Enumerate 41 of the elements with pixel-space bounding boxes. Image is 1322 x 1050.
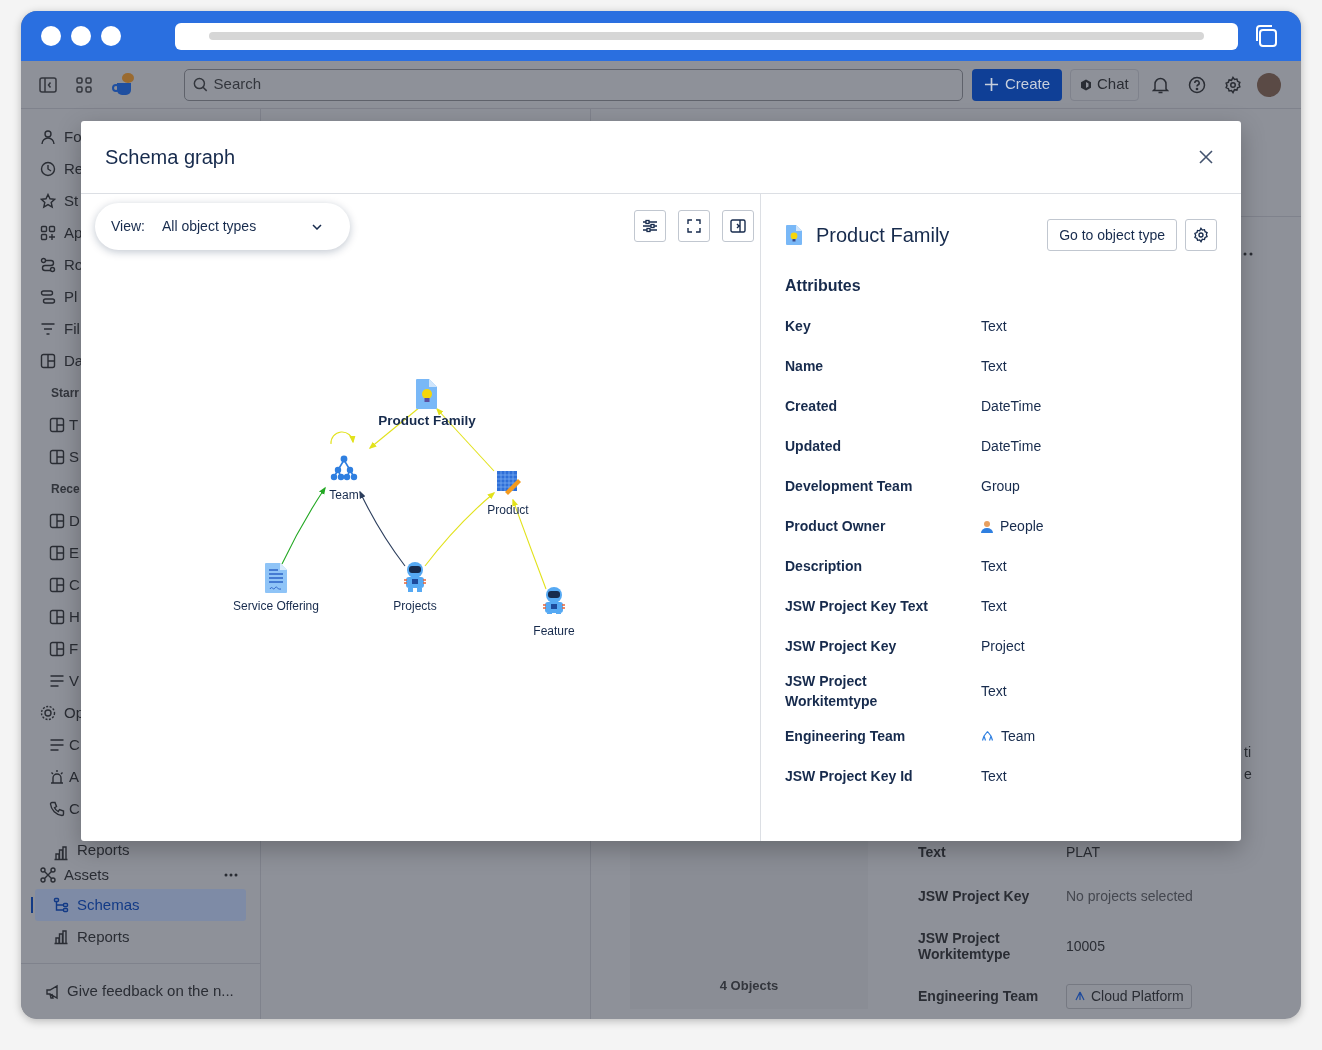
attribute-name: Description <box>785 557 863 576</box>
object-type-title: Product Family <box>816 223 950 248</box>
attribute-name: JSW Project Key <box>785 637 898 656</box>
view-label: View: <box>111 217 145 236</box>
attribute-name: Engineering Team <box>785 727 907 746</box>
attributes-heading: Attributes <box>785 276 862 296</box>
attribute-type: Text <box>981 356 1007 376</box>
attribute-type: Group <box>981 476 1020 496</box>
text-fragment: ti <box>1244 743 1252 762</box>
attribute-label: JSW Project Key <box>918 888 1031 904</box>
attribute-type: DateTime <box>981 436 1042 456</box>
attribute-name: JSW Project Key Text <box>785 597 929 616</box>
sidebar-section-label: Starr <box>50 385 80 402</box>
attribute-type: Text <box>981 316 1007 336</box>
text-fragment: e <box>1244 765 1252 784</box>
attribute-type: People <box>1000 516 1044 536</box>
sidebar-section-label: Rece <box>50 481 81 498</box>
attribute-label: Text <box>918 843 947 860</box>
attribute-type: Project <box>981 636 1025 656</box>
attribute-name: Product Owner <box>785 517 887 536</box>
attribute-name: JSW Project Key Id <box>785 767 914 786</box>
objects-count: 4 Objects <box>719 976 779 995</box>
attribute-label: JSW Project Workitemtype <box>918 930 1012 962</box>
attribute-type: Text <box>981 596 1007 616</box>
attribute-name: Updated <box>785 437 842 456</box>
attribute-name: Development Team <box>785 477 914 496</box>
attribute-name: JSW Project Workitemtype <box>785 672 879 711</box>
attribute-value: PLAT <box>1066 843 1100 862</box>
attribute-value: No projects selected <box>1066 886 1193 906</box>
attribute-name: Name <box>785 357 825 376</box>
attribute-value: 10005 <box>1066 936 1105 956</box>
attribute-name: Key <box>785 317 812 336</box>
attribute-name: Created <box>785 397 839 416</box>
attribute-type: Text <box>981 681 1007 701</box>
view-value: All object types <box>162 217 257 236</box>
attribute-label: Engineering Team <box>918 988 1040 1004</box>
attribute-type: DateTime <box>981 396 1042 416</box>
attribute-type: Text <box>981 766 1007 786</box>
attribute-type: Team <box>1001 726 1036 746</box>
dialog-title: Schema graph <box>105 145 236 170</box>
attribute-type: Text <box>981 556 1007 576</box>
